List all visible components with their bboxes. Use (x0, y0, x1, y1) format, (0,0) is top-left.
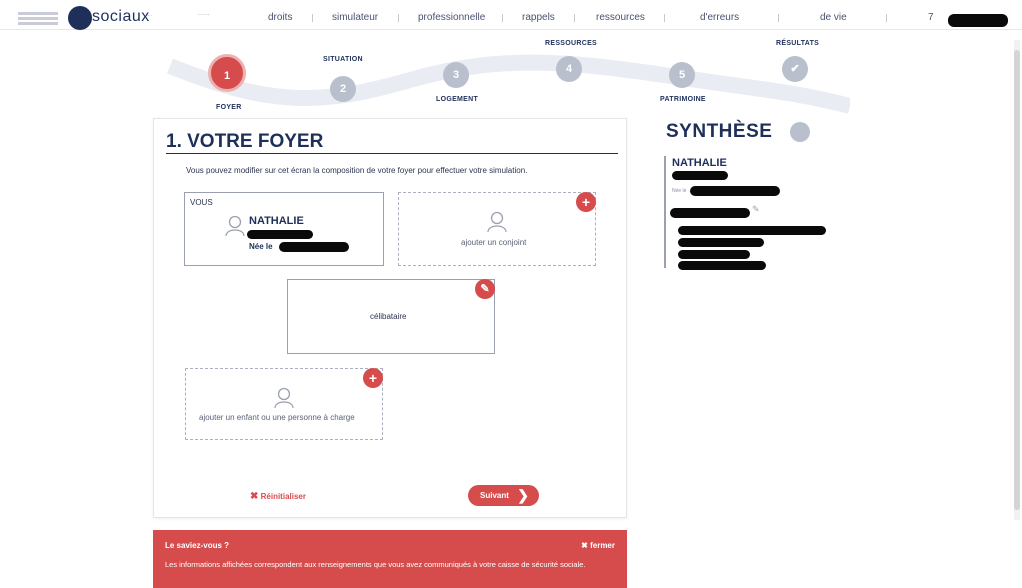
nav-separator (502, 14, 503, 22)
add-spouse-label: ajouter un conjoint (461, 238, 527, 247)
you-tag: VOUS (190, 198, 213, 207)
add-child-plus-icon[interactable]: + (363, 368, 383, 388)
redacted-user (948, 14, 1008, 27)
nav-separator (574, 14, 575, 22)
marital-status-card[interactable]: célibataire (287, 279, 495, 354)
close-x-icon: ✖ (250, 491, 259, 502)
partner-logo (18, 12, 58, 27)
step-label-situation: SITUATION (323, 56, 363, 63)
nav-item-de-vie[interactable]: de vie (820, 12, 847, 23)
nav-item-rappels[interactable]: rappels (522, 12, 555, 23)
you-birth-label: Née le (249, 242, 273, 251)
synthese-birth-label: Née le (672, 188, 687, 194)
close-x-icon: ✖ (581, 541, 588, 550)
redacted-info (678, 238, 764, 247)
person-icon (487, 211, 507, 233)
marital-status-label: célibataire (370, 312, 407, 321)
synthese-divider (664, 156, 666, 268)
step-label-foyer: FOYER (216, 104, 242, 111)
step-results-check-icon[interactable]: ✔ (782, 56, 808, 82)
nav-separator (664, 14, 665, 22)
info-banner: Le saviez-vous ? ✖ fermer Les informatio… (153, 530, 627, 588)
progress-stepper: 1 FOYER 2 SITUATION 3 LOGEMENT 4 RESSOUR… (150, 36, 850, 116)
step-1-foyer[interactable]: 1 (208, 54, 246, 92)
brand-tagline: ..... (145, 12, 152, 18)
nav-item-partial[interactable]: ...... (198, 10, 210, 17)
redacted-info (672, 171, 728, 180)
edit-pencil-icon[interactable]: ✎ (475, 279, 495, 299)
nav-item-droits[interactable]: droits (268, 12, 292, 23)
redacted-birthdate (279, 242, 349, 252)
you-card[interactable]: VOUS NATHALIE Née le (184, 192, 384, 266)
step-2-situation[interactable]: 2 (330, 76, 356, 102)
info-banner-close-button[interactable]: ✖ fermer (581, 541, 615, 550)
step-label-resultats: RÉSULTATS (776, 40, 820, 47)
synthese-name: NATHALIE (672, 157, 727, 169)
nav-item-ressources[interactable]: ressources (596, 12, 645, 23)
brand-name[interactable]: sociaux (92, 8, 150, 26)
step-3-logement[interactable]: 3 (443, 62, 469, 88)
reset-button[interactable]: ✖ Réinitialiser (250, 491, 306, 502)
next-label: Suivant (480, 491, 509, 500)
redacted-info (678, 261, 766, 270)
redacted-birthdate (690, 186, 780, 196)
chevron-right-icon: ❯ (517, 487, 529, 503)
step-5-patrimoine[interactable]: 5 (669, 62, 695, 88)
add-child-card[interactable]: ajouter un enfant ou une personne à char… (185, 368, 383, 440)
intro-text: Vous pouvez modifier sur cet écran la co… (186, 166, 528, 175)
brand-logo-icon (68, 6, 92, 30)
nav-item-professionnelle[interactable]: professionnelle (418, 12, 485, 23)
person-icon (274, 387, 294, 409)
redacted-info (247, 230, 313, 239)
redacted-info (678, 226, 826, 235)
foyer-card: 1. VOTRE FOYER Vous pouvez modifier sur … (153, 118, 627, 518)
scrollbar-thumb[interactable] (1014, 50, 1020, 510)
nav-item-erreurs[interactable]: d'erreurs (700, 12, 739, 23)
person-icon (225, 215, 245, 237)
step-label-ressources: RESSOURCES (545, 40, 598, 47)
nav-separator (398, 14, 399, 22)
next-button[interactable]: Suivant ❯ (468, 485, 539, 506)
add-child-label: ajouter un enfant ou une personne à char… (199, 413, 355, 422)
redacted-info (678, 250, 750, 259)
page-title: 1. VOTRE FOYER (166, 131, 324, 152)
title-divider (166, 153, 618, 154)
nav-item-simulateur[interactable]: simulateur (332, 12, 378, 23)
nav-separator (886, 14, 887, 22)
top-navigation: sociaux ..... ...... droits simulateur p… (0, 0, 1022, 30)
info-banner-text: Les informations affichées correspondent… (165, 560, 586, 569)
edit-pencil-icon[interactable]: ✎ (752, 204, 760, 215)
nav-item-count[interactable]: 7 (928, 12, 934, 23)
reset-label: Réinitialiser (260, 492, 306, 501)
info-banner-title: Le saviez-vous ? (165, 541, 230, 550)
add-spouse-card[interactable]: ajouter un conjoint (398, 192, 596, 266)
synthese-status-icon (790, 122, 810, 142)
redacted-info (670, 208, 750, 218)
add-spouse-plus-icon[interactable]: + (576, 192, 596, 212)
nav-separator (312, 14, 313, 22)
synthese-title: SYNTHÈSE (666, 121, 773, 142)
stepper-track (167, 54, 850, 114)
vertical-scrollbar[interactable] (1014, 40, 1020, 520)
step-label-patrimoine: PATRIMOINE (660, 96, 706, 103)
step-label-logement: LOGEMENT (436, 96, 479, 103)
close-label: fermer (590, 541, 615, 550)
you-name: NATHALIE (249, 215, 304, 227)
nav-separator (778, 14, 779, 22)
step-4-ressources[interactable]: 4 (556, 56, 582, 82)
